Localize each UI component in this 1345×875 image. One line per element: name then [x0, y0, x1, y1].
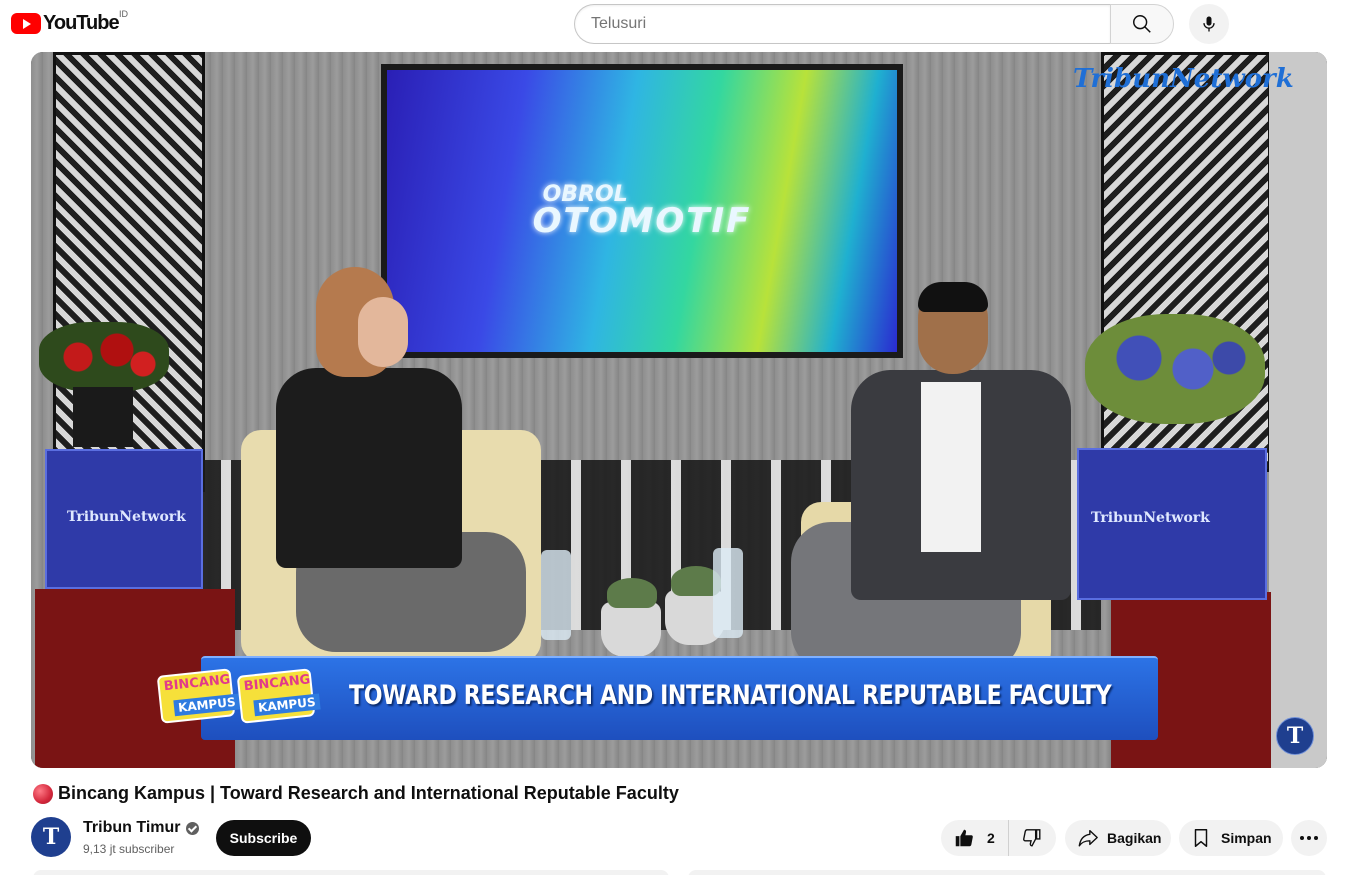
logo-text: YouTube: [43, 12, 120, 34]
channel-name[interactable]: Tribun Timur: [83, 819, 180, 837]
like-count: 2: [987, 830, 995, 846]
program-badge-line2: KAMPUS: [253, 693, 321, 717]
verified-badge-icon: [186, 821, 200, 835]
program-badge: BINCANG KAMPUS: [236, 668, 321, 724]
top-bar: YouTube ID Telusuri: [0, 0, 1345, 50]
succulent-plant: [607, 578, 657, 608]
subscriber-count: 9,13 jt subscriber: [83, 842, 175, 856]
channel-watermark[interactable]: T: [1276, 717, 1314, 755]
brand-box-right: TribunNetwork: [1077, 448, 1267, 600]
coffee-table-items: [541, 548, 743, 660]
brand-box-left-label: TribunNetwork: [67, 509, 186, 525]
share-button[interactable]: Bagikan: [1065, 820, 1171, 856]
share-icon: [1078, 829, 1098, 847]
youtube-play-icon: [11, 13, 41, 34]
voice-search-button[interactable]: [1189, 4, 1229, 44]
brand-box-left: TribunNetwork: [45, 449, 203, 589]
channel-avatar[interactable]: T: [31, 817, 71, 857]
save-button[interactable]: Simpan: [1179, 820, 1283, 856]
search-bar: Telusuri: [574, 4, 1174, 44]
red-circle-emoji-icon: [33, 783, 53, 804]
plant-pot: [601, 602, 661, 657]
description-card-edge: [33, 870, 669, 875]
brand-box-right-label: TribunNetwork: [1091, 510, 1210, 526]
host-body: [276, 368, 462, 568]
program-badge: BINCANG KAMPUS: [156, 668, 241, 724]
tv-screen: OBROL OTOMOTIF: [387, 70, 897, 352]
guest-shirt: [921, 382, 981, 552]
video-player[interactable]: OBROL OTOMOTIF TribunNetwork TribunNetwo…: [31, 52, 1327, 768]
country-code: ID: [119, 9, 128, 19]
save-label: Simpan: [1221, 830, 1272, 846]
water-bottle: [713, 548, 743, 638]
tv-show-logo: OBROL OTOMOTIF: [533, 182, 752, 241]
search-button[interactable]: [1110, 4, 1174, 44]
search-icon: [1133, 15, 1151, 33]
search-input[interactable]: Telusuri: [574, 4, 1111, 44]
studio-wall-right: [1269, 52, 1327, 768]
video-title-row: Bincang Kampus | Toward Research and Int…: [33, 783, 679, 804]
dislike-icon: [1023, 829, 1041, 847]
subscribe-button[interactable]: Subscribe: [216, 820, 311, 856]
program-badge-line2: KAMPUS: [173, 693, 241, 717]
flower-arrangement-left: [39, 322, 169, 392]
video-title: Bincang Kampus | Toward Research and Int…: [58, 783, 679, 803]
vase-left: [73, 387, 133, 447]
corner-brand-logo: TribunNetwork: [1073, 64, 1294, 94]
like-button[interactable]: 2: [941, 820, 1009, 856]
water-bottle: [541, 550, 571, 640]
mic-icon: [1203, 16, 1215, 32]
program-badge-line1: BINCANG: [243, 672, 312, 695]
dislike-button[interactable]: [1009, 820, 1055, 856]
tv-title-line2: OTOMOTIF: [532, 200, 752, 241]
host-face: [358, 297, 408, 367]
more-actions-button[interactable]: [1291, 820, 1327, 856]
lower-third-text: TOWARD RESEARCH AND INTERNATIONAL REPUTA…: [349, 680, 1112, 711]
youtube-logo[interactable]: YouTube ID: [11, 9, 128, 35]
like-icon: [955, 829, 973, 847]
studio-tv: OBROL OTOMOTIF: [381, 64, 903, 358]
share-label: Bagikan: [1107, 830, 1162, 846]
lower-third-banner: TOWARD RESEARCH AND INTERNATIONAL REPUTA…: [201, 656, 1158, 740]
save-icon: [1194, 829, 1208, 847]
like-dislike-group: 2: [941, 820, 1056, 856]
flower-arrangement-right: [1085, 314, 1265, 424]
more-icon: [1300, 836, 1318, 840]
related-card-edge: [688, 870, 1326, 875]
guest-hair: [918, 282, 988, 312]
channel-name-row: Tribun Timur: [83, 819, 200, 837]
program-badge-line1: BINCANG: [163, 672, 232, 695]
